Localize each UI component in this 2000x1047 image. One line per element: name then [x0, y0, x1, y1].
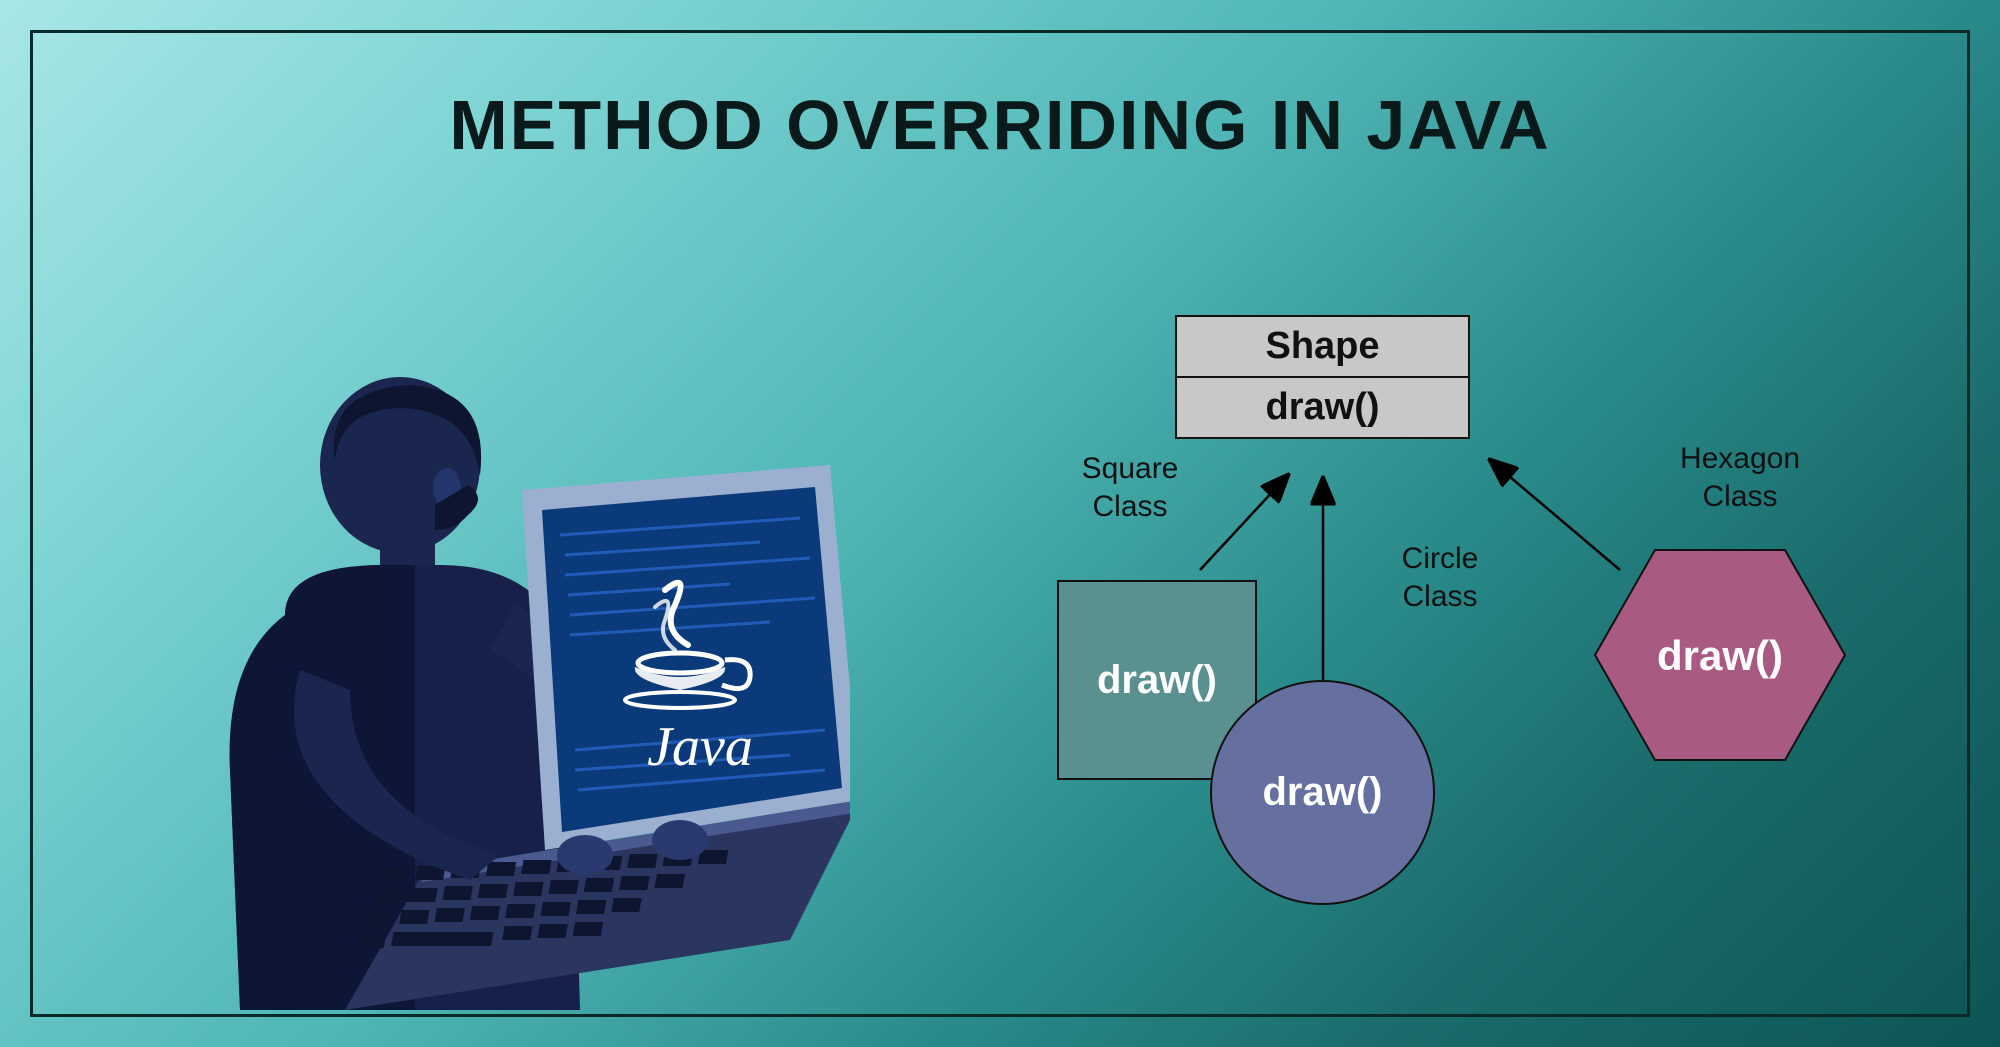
inheritance-arrows — [0, 0, 2000, 1047]
